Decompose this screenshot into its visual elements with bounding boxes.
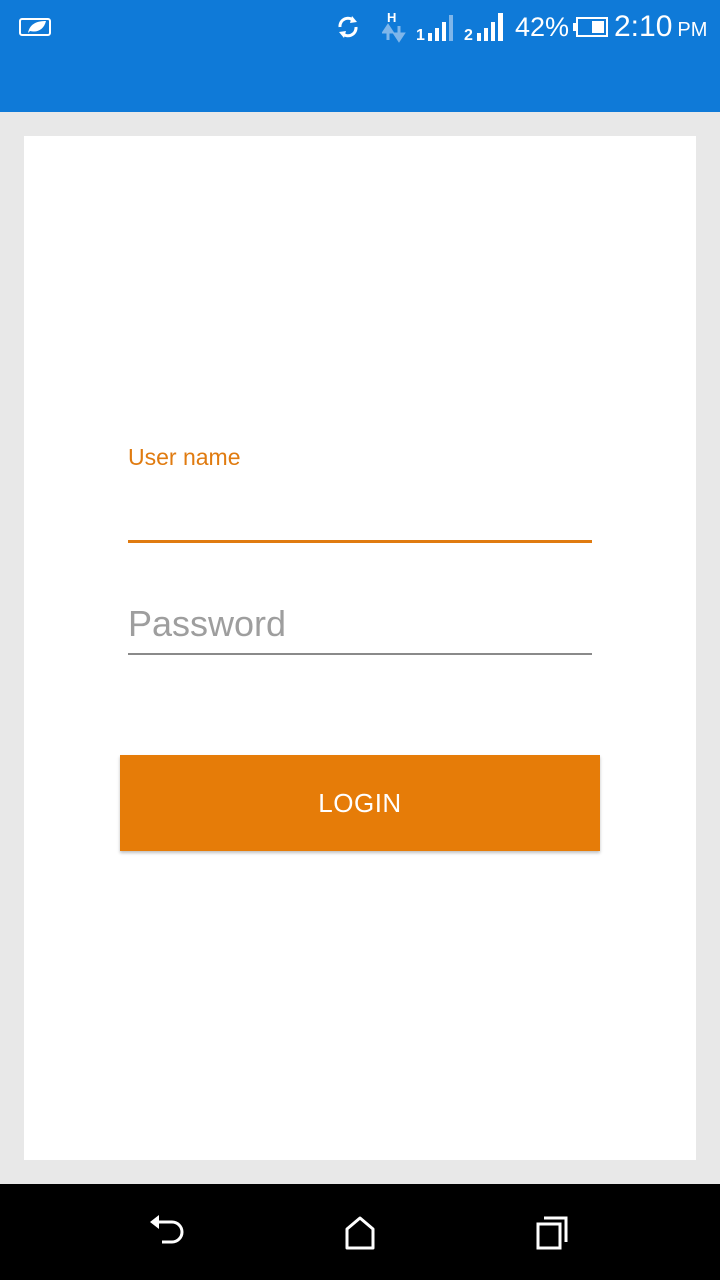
sim1-label: 1 xyxy=(416,27,425,43)
username-input[interactable] xyxy=(128,488,592,538)
login-button[interactable]: LOGIN xyxy=(120,755,600,851)
home-button[interactable] xyxy=(340,1212,380,1252)
status-bar: H 1 2 42% 2:10 PM xyxy=(0,0,720,112)
login-card: User name LOGIN xyxy=(24,136,696,1160)
signal-sim2-icon: 2 xyxy=(464,10,510,44)
h-data-icon: H xyxy=(382,10,406,44)
sync-icon xyxy=(332,10,364,44)
clock-time: 2:10 xyxy=(614,10,673,43)
clock-ampm: PM xyxy=(677,18,708,41)
username-underline xyxy=(128,540,592,543)
clock: 2:10 PM xyxy=(614,10,707,44)
battery-percent: 42% xyxy=(515,11,570,42)
signal-sim1-icon: 1 xyxy=(416,10,460,44)
sim2-label: 2 xyxy=(464,27,473,43)
recents-button[interactable] xyxy=(532,1212,572,1252)
navigation-bar xyxy=(0,1184,720,1280)
network-type-label: H xyxy=(387,10,396,25)
username-label: User name xyxy=(128,444,241,470)
recents-icon xyxy=(536,1216,568,1250)
back-icon xyxy=(150,1215,184,1244)
password-underline xyxy=(128,653,592,655)
battery-icon xyxy=(572,10,610,44)
home-icon xyxy=(345,1216,375,1250)
password-input[interactable] xyxy=(128,596,592,652)
back-button[interactable] xyxy=(146,1212,186,1252)
leaf-icon xyxy=(18,10,54,44)
